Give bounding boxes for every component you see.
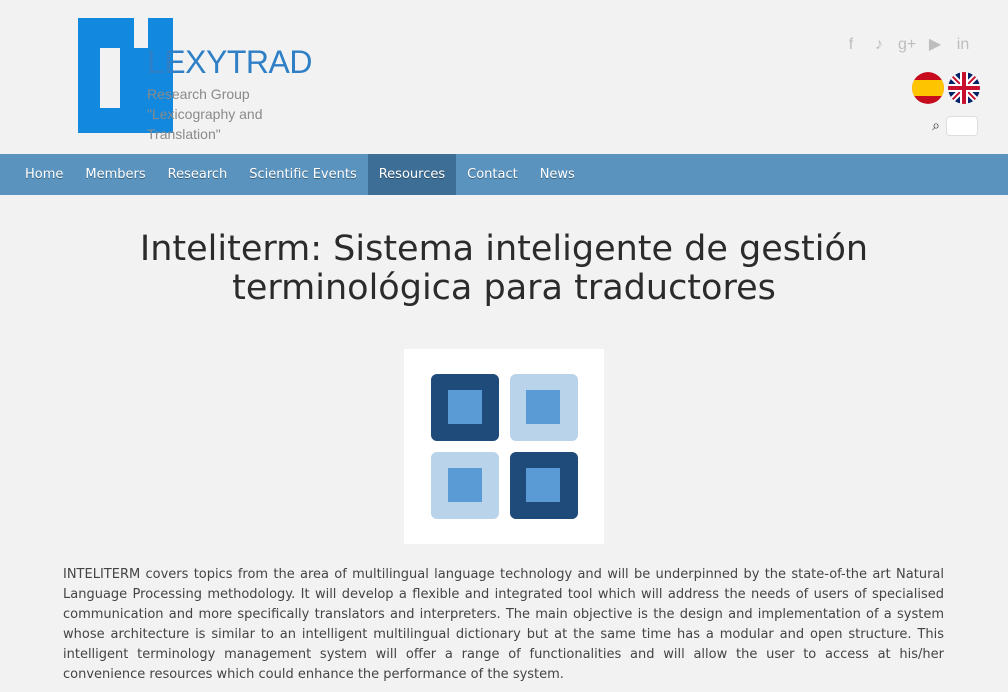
site-header: LEXYTRAD Research Group "Lexicography an… [0, 0, 1008, 154]
social-links: f ♪ g+ ▶ in [842, 36, 972, 54]
main-navigation: Home Members Research Scientific Events … [0, 154, 1008, 195]
page-title-line: Inteliterm: Sistema inteligente de gesti… [139, 229, 869, 269]
page-title-line: terminológica para traductores [232, 268, 776, 308]
youtube-icon[interactable]: ▶ [926, 36, 944, 54]
logo-subtitle-line: Research Group [147, 86, 250, 102]
logo-subtitle-line: "Lexicography and [147, 106, 263, 122]
search-area: ⌕ [932, 116, 978, 136]
nav-contact[interactable]: Contact [456, 154, 529, 195]
nav-news[interactable]: News [529, 154, 586, 195]
twitter-icon[interactable]: ♪ [870, 36, 888, 54]
flag-uk-icon[interactable] [948, 72, 980, 104]
logo-subtitle: Research Group "Lexicography and Transla… [147, 84, 263, 144]
logo-subtitle-line: Translation" [147, 126, 221, 142]
logo-name: LEXYTRAD [147, 44, 312, 80]
search-icon[interactable]: ⌕ [932, 118, 940, 134]
nav-research[interactable]: Research [157, 154, 239, 195]
project-description: INTELITERM covers topics from the area o… [63, 567, 944, 682]
nav-members[interactable]: Members [74, 154, 156, 195]
nav-scientific-events[interactable]: Scientific Events [238, 154, 367, 195]
inteliterm-logo-image [404, 349, 604, 544]
search-input[interactable] [946, 116, 978, 136]
nav-home[interactable]: Home [14, 154, 74, 195]
inteliterm-grid-icon [431, 374, 578, 519]
language-switcher [912, 72, 980, 104]
flag-spain-icon[interactable] [912, 72, 944, 104]
nav-resources[interactable]: Resources [367, 154, 457, 195]
page-title: Inteliterm: Sistema inteligente de gesti… [0, 230, 1008, 308]
google-plus-icon[interactable]: g+ [898, 36, 916, 54]
facebook-icon[interactable]: f [842, 36, 860, 54]
linkedin-icon[interactable]: in [954, 36, 972, 54]
